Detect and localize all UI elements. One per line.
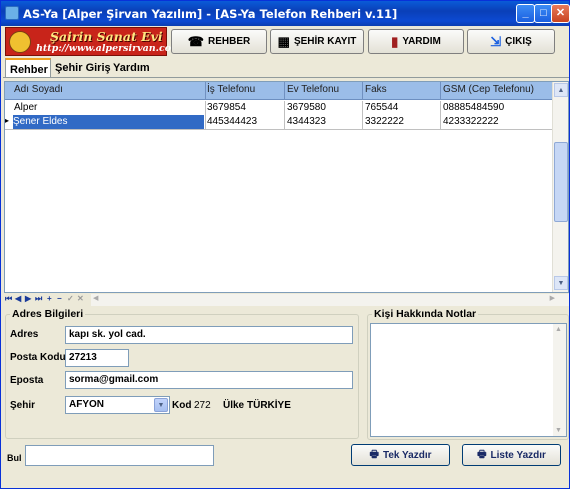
logo-mark-icon xyxy=(9,31,31,53)
eposta-label: Eposta xyxy=(10,375,44,386)
bul-label: Bul xyxy=(7,453,22,463)
app-icon xyxy=(5,6,19,20)
tek-yazdir-label: Tek Yazdır xyxy=(382,449,432,461)
rehber-button-label: REHBER xyxy=(207,36,251,47)
title-bar[interactable]: AS-Ya [Alper Şirvan Yazılım] - [AS-Ya Te… xyxy=(1,1,570,26)
tab-yardim-label: Yardım xyxy=(113,62,150,74)
table-row-selected[interactable]: ▸ Şener Eldes 445344423 4344323 3322222 … xyxy=(5,115,552,129)
cikis-button[interactable]: ⇲ ÇIKIŞ xyxy=(467,29,555,54)
scroll-thumb[interactable] xyxy=(554,142,568,222)
sehir-select[interactable]: AFYON ▼ xyxy=(65,396,170,414)
cell-fax: 765544 xyxy=(365,102,399,113)
table-row[interactable]: Alper 3679854 3679580 765544 08885484590 xyxy=(5,101,552,115)
sehir-kayit-button[interactable]: ▦ ŞEHİR KAYIT xyxy=(270,29,364,54)
row-indicator-icon: ▸ xyxy=(5,116,10,125)
yardim-button-label: YARDIM xyxy=(402,36,441,47)
adres-field[interactable]: kapı sk. yol cad. xyxy=(65,326,353,344)
cikis-button-label: ÇIKIŞ xyxy=(505,36,532,47)
last-record-icon[interactable]: ⏭ xyxy=(35,294,42,304)
grid-vertical-scrollbar[interactable]: ▲ ▼ xyxy=(552,82,568,292)
logo-title: Şairin Sanat Evi xyxy=(50,29,163,44)
grid-horizontal-scrollbar[interactable]: ◀ ▶ xyxy=(91,294,569,306)
phonebook-icon: ☎ xyxy=(187,33,204,49)
tek-yazdir-button[interactable]: 🖶 Tek Yazdır xyxy=(351,444,450,466)
scroll-up-icon[interactable]: ▲ xyxy=(554,83,568,97)
col-header-name[interactable]: Adı Soyadı xyxy=(14,84,63,95)
notes-group-title: Kişi Hakkında Notlar xyxy=(372,308,479,320)
col-header-fax[interactable]: Faks xyxy=(365,84,387,95)
sehir-kayit-button-label: ŞEHİR KAYIT xyxy=(293,36,357,47)
window-title: AS-Ya [Alper Şirvan Yazılım] - [AS-Ya Te… xyxy=(23,7,398,21)
cell-gsm: 08885484590 xyxy=(443,102,505,113)
first-record-icon[interactable]: ⏮ xyxy=(5,294,12,304)
book-icon: ▮ xyxy=(391,33,399,49)
cancel-record-icon[interactable]: ✕ xyxy=(77,294,84,303)
notes-scrollbar[interactable]: ▲ ▼ xyxy=(553,324,566,436)
tab-sehir-giris-label: Şehir Giriş xyxy=(55,62,111,74)
cell-work-phone: 445344423 xyxy=(207,116,258,127)
posta-kodu-label: Posta Kodu xyxy=(10,352,66,363)
cell-name: Şener Eldes xyxy=(13,115,204,129)
liste-yazdir-button[interactable]: 🖶 Liste Yazdır xyxy=(462,444,561,466)
tab-sehir-giris[interactable]: Şehir Giriş xyxy=(55,58,113,78)
delete-record-icon[interactable]: − xyxy=(57,294,62,303)
col-header-gsm[interactable]: GSM (Cep Telefonu) xyxy=(443,84,534,95)
sehir-label: Şehir xyxy=(10,400,36,411)
cell-home-phone: 3679580 xyxy=(287,102,326,113)
kod-label: Kod xyxy=(172,400,192,411)
ulke-label: Ülke xyxy=(223,400,245,411)
col-header-work-phone[interactable]: İş Telefonu xyxy=(207,84,255,95)
cell-home-phone: 4344323 xyxy=(287,116,326,127)
scroll-down-icon[interactable]: ▼ xyxy=(555,427,562,434)
grid-header: Adı Soyadı İş Telefonu Ev Telefonu Faks … xyxy=(5,82,552,100)
tab-rehber-label: Rehber xyxy=(10,64,48,76)
cell-fax: 3322222 xyxy=(365,116,404,127)
liste-yazdir-label: Liste Yazdır xyxy=(490,449,546,461)
rehber-button[interactable]: ☎ REHBER xyxy=(171,29,267,54)
tab-yardim[interactable]: Yardım xyxy=(113,58,155,78)
address-group-title: Adres Bilgileri xyxy=(10,308,86,320)
exit-icon: ⇲ xyxy=(490,33,502,49)
sehir-select-value: AFYON xyxy=(69,399,104,410)
eposta-field[interactable]: sorma@gmail.com xyxy=(65,371,353,389)
scroll-left-icon[interactable]: ◀ xyxy=(93,294,98,302)
scroll-right-icon[interactable]: ▶ xyxy=(550,294,555,302)
edit-record-icon[interactable]: ✓ xyxy=(67,294,74,303)
adres-label: Adres xyxy=(10,329,39,340)
posta-kodu-field[interactable]: 27213 xyxy=(65,349,129,367)
notes-textarea[interactable]: ▲ ▼ xyxy=(370,323,567,437)
close-button[interactable]: ✕ xyxy=(551,4,570,23)
col-header-home-phone[interactable]: Ev Telefonu xyxy=(287,84,339,95)
brand-logo: Şairin Sanat Evi http://www.alpersirvan.… xyxy=(5,27,181,56)
printer-icon: 🖶 xyxy=(369,448,379,460)
cell-work-phone: 3679854 xyxy=(207,102,246,113)
add-record-icon[interactable]: + xyxy=(47,294,52,303)
city-icon: ▦ xyxy=(277,33,290,49)
scroll-down-icon[interactable]: ▼ xyxy=(554,276,568,290)
ulke-value: TÜRKİYE xyxy=(247,400,291,411)
prev-record-icon[interactable]: ◀ xyxy=(15,294,21,303)
minimize-button[interactable]: _ xyxy=(516,4,535,23)
scroll-up-icon[interactable]: ▲ xyxy=(555,326,562,333)
tab-divider xyxy=(3,77,569,78)
cell-gsm: 4233322222 xyxy=(443,116,499,127)
yardim-button[interactable]: ▮ YARDIM xyxy=(368,29,464,54)
bul-search-input[interactable] xyxy=(25,445,214,466)
kod-value: 272 xyxy=(194,400,211,411)
next-record-icon[interactable]: ▶ xyxy=(25,294,31,303)
chevron-down-icon[interactable]: ▼ xyxy=(154,398,168,412)
tab-rehber[interactable]: Rehber xyxy=(5,58,51,78)
logo-url: http://www.alpersirvan.com xyxy=(36,43,182,54)
app-window: AS-Ya [Alper Şirvan Yazılım] - [AS-Ya Te… xyxy=(0,0,570,489)
printer-icon: 🖶 xyxy=(477,448,487,460)
cell-name: Alper xyxy=(14,102,38,113)
contacts-grid[interactable]: Adı Soyadı İş Telefonu Ev Telefonu Faks … xyxy=(4,81,569,293)
